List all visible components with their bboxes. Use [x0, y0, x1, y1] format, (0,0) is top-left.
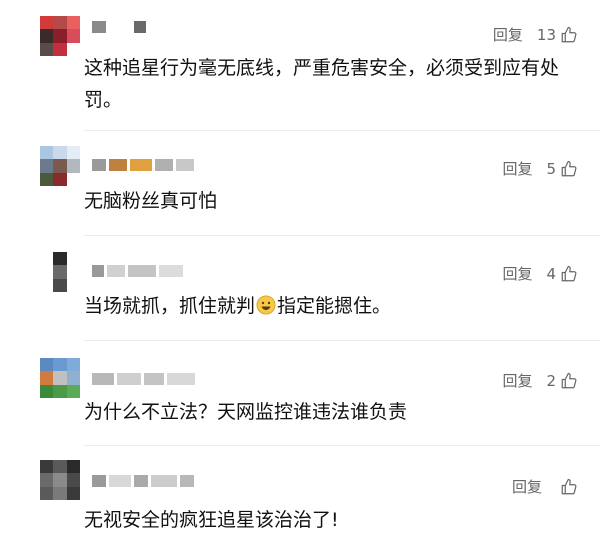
thumbs-up-icon — [561, 160, 577, 176]
divider — [84, 340, 600, 341]
thumbs-up-icon — [561, 265, 577, 281]
comment-actions: 回复 2 — [502, 370, 578, 391]
comment-actions: 回复 5 — [502, 158, 578, 179]
reply-button[interactable]: 回复 — [502, 263, 532, 284]
avatar[interactable] — [40, 146, 80, 186]
comment-text-part: 指定能摁住。 — [277, 295, 392, 317]
avatar[interactable] — [40, 16, 80, 56]
reply-button[interactable]: 回复 — [502, 158, 532, 179]
comment-actions: 回复 — [512, 476, 578, 497]
like-button[interactable]: 2 — [546, 372, 578, 390]
username[interactable] — [92, 372, 195, 386]
thumbs-up-icon — [561, 26, 577, 42]
comment-text: 为什么不立法？天网监控谁违法谁负责 — [84, 401, 408, 423]
grinning-face-icon — [256, 295, 276, 315]
username[interactable] — [92, 264, 183, 278]
like-count: 2 — [546, 371, 556, 390]
avatar[interactable] — [40, 460, 80, 500]
like-button[interactable]: 5 — [546, 160, 578, 178]
comment-text: 无脑粉丝真可怕 — [84, 190, 218, 212]
avatar[interactable] — [40, 252, 80, 292]
comment-text-part: 当场就抓，抓住就判 — [84, 295, 256, 317]
like-button[interactable]: 13 — [537, 26, 578, 44]
comment-actions: 回复 4 — [502, 263, 578, 284]
username[interactable] — [92, 158, 194, 172]
comment-text: 当场就抓，抓住就判 指定能摁住。 — [84, 290, 584, 322]
comment-text: 这种追星行为毫无底线，严重危害安全，必须受到应有处罚。 — [84, 57, 560, 111]
comment-actions: 回复 13 — [493, 24, 578, 45]
thumbs-up-icon — [561, 372, 577, 388]
like-count: 4 — [546, 264, 556, 283]
username[interactable] — [92, 474, 194, 488]
divider — [84, 235, 600, 236]
like-count: 5 — [546, 159, 556, 178]
reply-button[interactable]: 回复 — [502, 370, 532, 391]
like-button[interactable]: 4 — [546, 265, 578, 283]
avatar[interactable] — [40, 358, 80, 398]
like-count: 13 — [536, 25, 556, 44]
thumbs-up-icon — [561, 478, 577, 494]
like-button[interactable] — [556, 478, 578, 496]
reply-button[interactable]: 回复 — [512, 476, 542, 497]
username[interactable] — [92, 20, 146, 34]
divider — [84, 445, 600, 446]
comment-text: 无视安全的疯狂追星该治治了! — [84, 509, 339, 531]
reply-button[interactable]: 回复 — [493, 24, 523, 45]
divider — [84, 130, 600, 131]
